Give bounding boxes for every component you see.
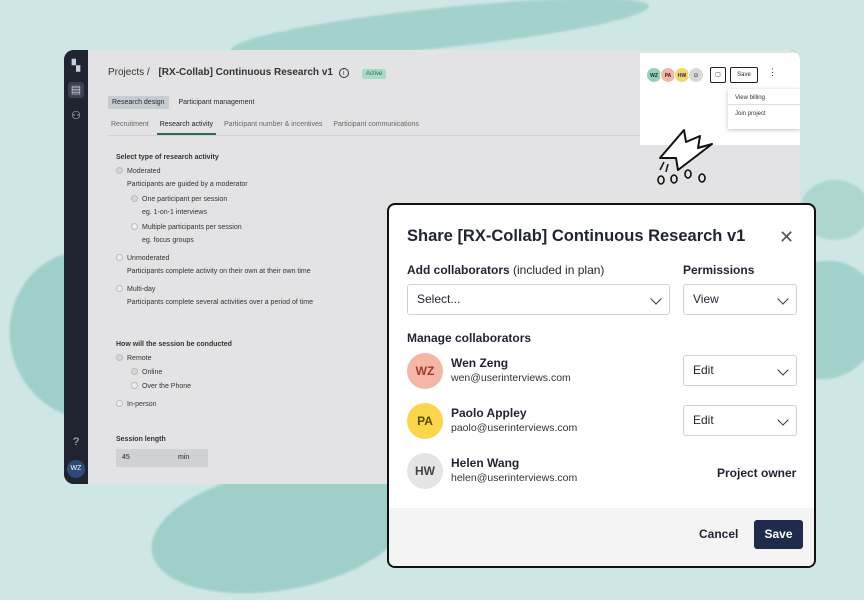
dialog-title: Share [RX-Collab] Continuous Research v1 (407, 227, 746, 245)
status-badge: Active (362, 69, 387, 79)
option-description: Participants are guided by a moderator (127, 181, 248, 188)
chevron-down-icon (777, 293, 789, 305)
research-activity-form: Select type of research activity Moderat… (116, 154, 313, 449)
sidebar: ▚ ▤ ⚇ ? WZ (64, 50, 88, 484)
option-description: eg. 1-on-1 interviews (142, 209, 207, 216)
collaborator-name: Paolo Appley (451, 406, 527, 420)
permissions-label: Permissions (683, 263, 755, 277)
option-label: In-person (127, 401, 157, 408)
save-button[interactable]: Save (730, 67, 758, 83)
role-select-value: Edit (693, 413, 714, 427)
avatar: HW (407, 453, 443, 489)
dialog-footer: Cancel Save (389, 508, 814, 566)
radio-in-person[interactable] (116, 400, 123, 407)
option-description: Participants complete several activities… (127, 299, 313, 306)
avatar: PA (407, 403, 443, 439)
close-icon[interactable]: ✕ (779, 227, 794, 248)
chevron-down-icon (777, 364, 789, 376)
options-menu: View billing Join project (728, 89, 800, 129)
share-dialog: Share [RX-Collab] Continuous Research v1… (387, 203, 816, 568)
role-select[interactable]: Edit (683, 355, 797, 386)
save-button[interactable]: Save (754, 520, 803, 549)
comment-icon[interactable]: ▢ (710, 67, 726, 83)
subtab-participant-management[interactable]: Participant management (174, 96, 258, 109)
add-collaborators-label: Add collaborators (included in plan) (407, 263, 604, 277)
project-owner-label: Project owner (717, 466, 797, 480)
radio-unmoderated[interactable] (116, 254, 123, 261)
help-icon[interactable]: ? (68, 434, 84, 450)
tab-research-activity[interactable]: Research activity (156, 119, 216, 135)
role-select-value: Edit (693, 363, 714, 377)
role-select[interactable]: Edit (683, 405, 797, 436)
projects-icon[interactable]: ▤ (68, 82, 84, 98)
collaborator-select-placeholder: Select... (417, 292, 461, 306)
radio-over-phone[interactable] (131, 382, 138, 389)
collaborator-name: Wen Zeng (451, 356, 509, 370)
add-collaborator-icon[interactable]: ⚇ (688, 67, 704, 83)
radio-multiple-participants[interactable] (131, 223, 138, 230)
menu-item-join-project[interactable]: Join project (728, 104, 800, 120)
option-label: One participant per session (142, 196, 228, 203)
avatar: WZ (407, 353, 443, 389)
option-label: Remote (127, 355, 152, 362)
radio-remote[interactable] (116, 354, 123, 361)
user-avatar[interactable]: WZ (67, 460, 85, 478)
chevron-down-icon (777, 414, 789, 426)
tab-recruitment[interactable]: Recruitment (108, 119, 152, 133)
option-label: Multi-day (127, 286, 156, 293)
manage-collaborators-label: Manage collaborators (407, 331, 532, 345)
question-session-length: Session length (116, 436, 166, 443)
collaborator-email: helen@userinterviews.com (451, 472, 578, 484)
session-length-input[interactable]: 45 min (116, 449, 208, 467)
question-activity-type: Select type of research activity (116, 154, 219, 161)
users-icon[interactable]: ⚇ (68, 108, 84, 124)
breadcrumb-projects[interactable]: Projects / (108, 67, 150, 78)
option-label: Unmoderated (127, 255, 170, 262)
permission-select[interactable]: View (683, 284, 797, 315)
tab-participant-communications[interactable]: Participant communications (330, 119, 422, 133)
radio-multi-day[interactable] (116, 285, 123, 292)
collaborator-email: wen@userinterviews.com (451, 372, 571, 384)
option-description: Participants complete activity on their … (127, 268, 311, 275)
chevron-down-icon (650, 293, 662, 305)
question-session-conducted: How will the session be conducted (116, 341, 232, 348)
subtab-research-design[interactable]: Research design (108, 96, 169, 109)
more-options-icon[interactable]: ⋮ (768, 67, 777, 78)
radio-online[interactable] (131, 368, 138, 375)
collaborator-email: paolo@userinterviews.com (451, 422, 578, 434)
add-collaborators-text: Add collaborators (407, 263, 510, 277)
info-icon[interactable]: i (338, 68, 349, 78)
cancel-button[interactable]: Cancel (699, 527, 738, 541)
option-label: Online (142, 369, 163, 376)
subtabs: Research design Participant management (108, 96, 262, 109)
tab-participant-number[interactable]: Participant number & incentives (221, 119, 325, 133)
session-length-unit: min (178, 454, 190, 461)
permission-select-value: View (693, 292, 719, 306)
radio-one-participant[interactable] (131, 195, 138, 202)
cursor-arrow-icon (657, 129, 713, 185)
option-label: Multiple participants per session (142, 224, 242, 231)
option-description: eg. focus groups (142, 237, 194, 244)
radio-moderated[interactable] (116, 167, 123, 174)
add-collaborators-note: (included in plan) (509, 263, 605, 277)
page-title: [RX-Collab] Continuous Research v1 (158, 67, 333, 78)
session-length-value: 45 (122, 454, 130, 461)
logo-icon[interactable]: ▚ (68, 58, 84, 74)
option-label: Moderated (127, 168, 161, 175)
menu-item-view-billing[interactable]: View billing (728, 89, 800, 104)
collaborator-name: Helen Wang (451, 456, 520, 470)
collaborator-select[interactable]: Select... (407, 284, 670, 315)
option-label: Over the Phone (142, 383, 192, 390)
breadcrumb: Projects / [RX-Collab] Continuous Resear… (108, 67, 349, 78)
